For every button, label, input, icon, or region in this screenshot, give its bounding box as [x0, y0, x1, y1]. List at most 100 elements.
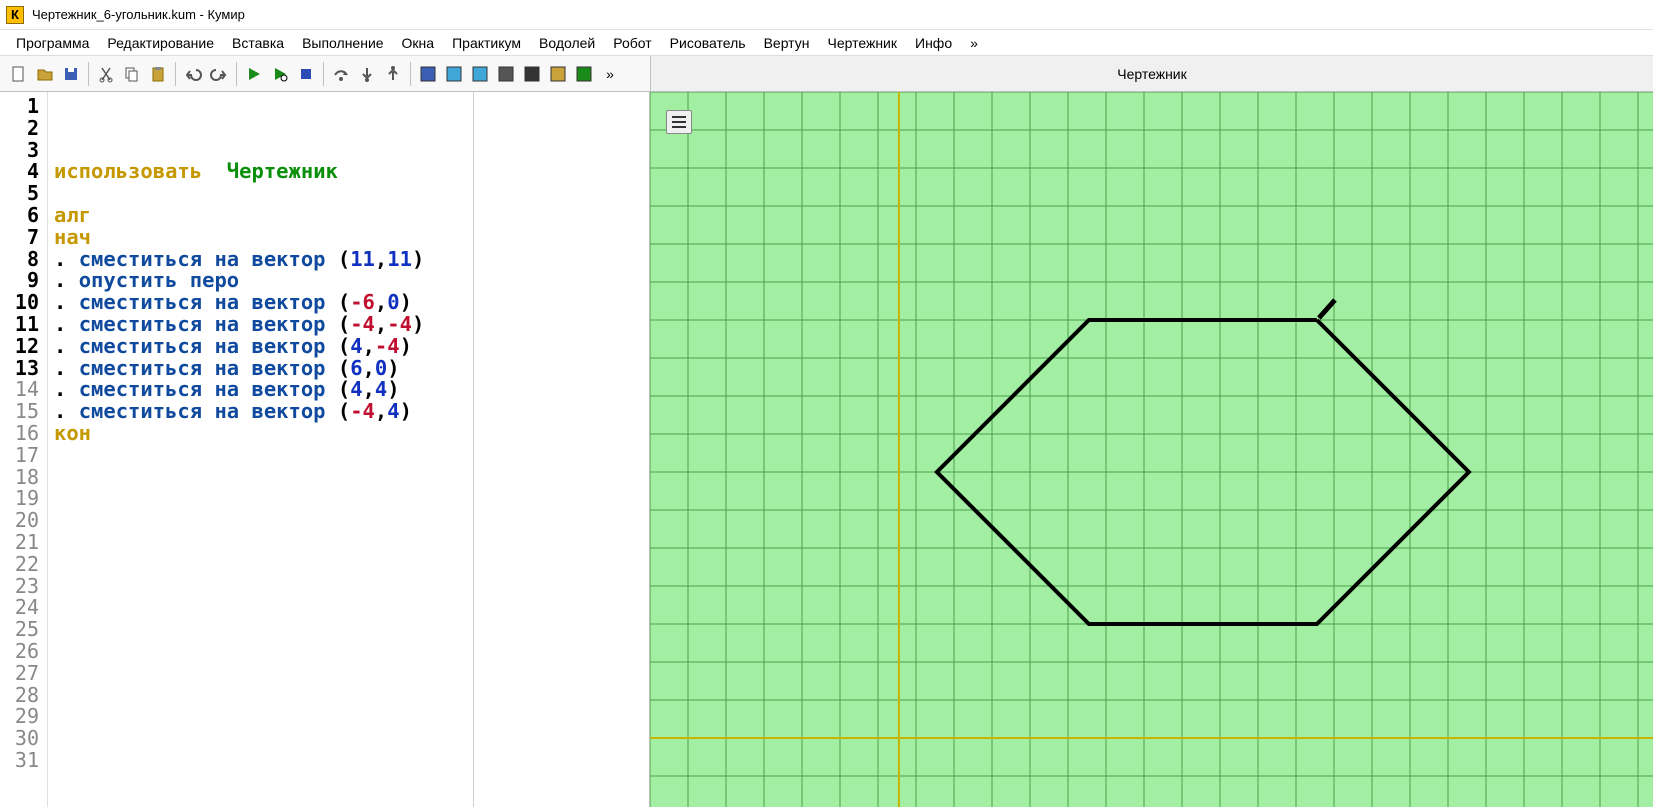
toolbtn-step-out[interactable] — [380, 61, 406, 87]
toolbar-separator — [175, 62, 176, 86]
toolbar-separator — [88, 62, 89, 86]
window-title: Чертежник_6-угольник.kum - Кумир — [32, 7, 245, 22]
code-line[interactable] — [54, 183, 643, 205]
line-number: 31 — [0, 750, 39, 772]
line-number: 25 — [0, 619, 39, 641]
code-line[interactable]: . опустить перо — [54, 270, 643, 292]
redo-icon — [210, 65, 228, 83]
toolbtn-new[interactable] — [6, 61, 32, 87]
toolbtn-module-1[interactable] — [415, 61, 441, 87]
canvas-menu-button[interactable] — [666, 110, 692, 134]
menu-Чертежник[interactable]: Чертежник — [819, 32, 905, 54]
menu-Редактирование[interactable]: Редактирование — [99, 32, 222, 54]
code-line[interactable]: использовать Чертежник — [54, 161, 643, 183]
line-number: 20 — [0, 510, 39, 532]
line-number: 26 — [0, 641, 39, 663]
module-4-icon — [497, 65, 515, 83]
menubar: ПрограммаРедактированиеВставкаВыполнение… — [0, 30, 1653, 56]
toolbtn-run[interactable] — [241, 61, 267, 87]
module-3-icon — [471, 65, 489, 83]
menu-Практикум[interactable]: Практикум — [444, 32, 529, 54]
code-margin-line — [473, 92, 474, 807]
line-number: 16 — [0, 423, 39, 445]
code-line[interactable]: кон — [54, 423, 643, 445]
line-number: 28 — [0, 685, 39, 707]
menu-»[interactable]: » — [962, 32, 986, 54]
undo-icon — [184, 65, 202, 83]
toolbar-separator — [323, 62, 324, 86]
toolbtn-paste[interactable] — [145, 61, 171, 87]
toolbtn-cut[interactable] — [93, 61, 119, 87]
line-number: 3 — [0, 140, 39, 162]
module-2-icon — [445, 65, 463, 83]
hamburger-icon — [672, 116, 686, 118]
code-editor[interactable]: использовать Чертежник алгнач. сместитьс… — [48, 92, 649, 807]
line-number: 6 — [0, 205, 39, 227]
line-number: 22 — [0, 554, 39, 576]
toolbtn-module-7[interactable] — [571, 61, 597, 87]
line-number: 12 — [0, 336, 39, 358]
drawing-canvas[interactable] — [650, 92, 1653, 807]
menu-Рисователь[interactable]: Рисователь — [662, 32, 754, 54]
toolbtn-module-3[interactable] — [467, 61, 493, 87]
toolbtn-save[interactable] — [58, 61, 84, 87]
code-line[interactable]: . сместиться на вектор (4,-4) — [54, 336, 643, 358]
menu-Водолей[interactable]: Водолей — [531, 32, 603, 54]
menu-Вставка[interactable]: Вставка — [224, 32, 292, 54]
line-number: 17 — [0, 445, 39, 467]
code-line[interactable]: . сместиться на вектор (-4,-4) — [54, 314, 643, 336]
toolbtn-open[interactable] — [32, 61, 58, 87]
line-number: 19 — [0, 488, 39, 510]
line-number: 1 — [0, 96, 39, 118]
toolbtn-copy[interactable] — [119, 61, 145, 87]
module-7-icon — [575, 65, 593, 83]
module-1-icon — [419, 65, 437, 83]
toolbar: » — [0, 56, 650, 91]
line-number-gutter: 1234567891011121314151617181920212223242… — [0, 92, 48, 807]
code-line[interactable]: . сместиться на вектор (11,11) — [54, 249, 643, 271]
titlebar: К Чертежник_6-угольник.kum - Кумир — [0, 0, 1653, 30]
line-number: 7 — [0, 227, 39, 249]
line-number: 29 — [0, 706, 39, 728]
toolbar-separator — [410, 62, 411, 86]
run-visible-icon — [271, 65, 289, 83]
code-line[interactable]: алг — [54, 205, 643, 227]
menu-Инфо[interactable]: Инфо — [907, 32, 960, 54]
code-area[interactable]: 1234567891011121314151617181920212223242… — [0, 92, 649, 807]
drawing-canvas-pane — [650, 92, 1653, 807]
line-number: 18 — [0, 467, 39, 489]
line-number: 8 — [0, 249, 39, 271]
line-number: 30 — [0, 728, 39, 750]
new-icon — [10, 65, 28, 83]
toolbtn-step-into[interactable] — [354, 61, 380, 87]
toolbtn-undo[interactable] — [180, 61, 206, 87]
toolbtn-module-2[interactable] — [441, 61, 467, 87]
toolbar-overflow[interactable]: » — [597, 61, 623, 87]
toolbtn-stop[interactable] — [293, 61, 319, 87]
line-number: 10 — [0, 292, 39, 314]
toolbtn-run-visible[interactable] — [267, 61, 293, 87]
code-line[interactable]: . сместиться на вектор (4,4) — [54, 379, 643, 401]
menu-Робот[interactable]: Робот — [605, 32, 659, 54]
paste-icon — [149, 65, 167, 83]
module-5-icon — [523, 65, 541, 83]
toolbtn-module-6[interactable] — [545, 61, 571, 87]
code-line[interactable]: нач — [54, 227, 643, 249]
menu-Выполнение[interactable]: Выполнение — [294, 32, 391, 54]
cut-icon — [97, 65, 115, 83]
code-line[interactable]: . сместиться на вектор (-4,4) — [54, 401, 643, 423]
menu-Окна[interactable]: Окна — [394, 32, 443, 54]
toolbtn-module-5[interactable] — [519, 61, 545, 87]
toolbtn-step-over[interactable] — [328, 61, 354, 87]
toolbar-separator — [236, 62, 237, 86]
line-number: 21 — [0, 532, 39, 554]
code-line[interactable]: . сместиться на вектор (-6,0) — [54, 292, 643, 314]
toolbtn-redo[interactable] — [206, 61, 232, 87]
menu-Программа[interactable]: Программа — [8, 32, 97, 54]
toolbtn-module-4[interactable] — [493, 61, 519, 87]
line-number: 4 — [0, 161, 39, 183]
step-out-icon — [384, 65, 402, 83]
code-line[interactable]: . сместиться на вектор (6,0) — [54, 358, 643, 380]
menu-Вертун[interactable]: Вертун — [756, 32, 818, 54]
step-over-icon — [332, 65, 350, 83]
